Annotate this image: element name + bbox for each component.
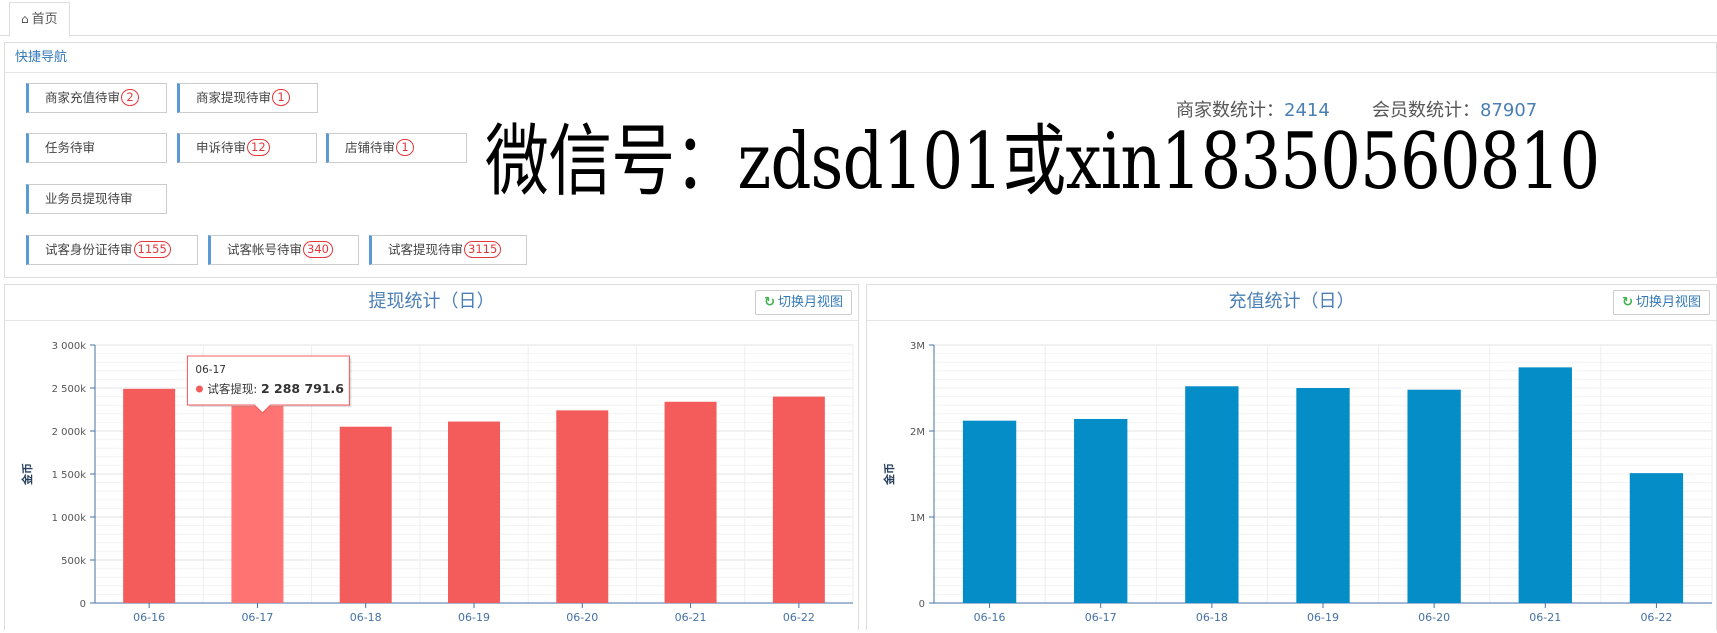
x-tick-label: 06-21: [1529, 611, 1561, 624]
bar: [1407, 389, 1461, 603]
recharge-panel-title: 充值统计（日）: [1228, 291, 1355, 312]
withdraw-switch-month-button[interactable]: ↻ 切换月视图: [755, 290, 852, 315]
x-tick-label: 06-18: [1196, 611, 1228, 624]
tab-home-label: 首页: [31, 12, 58, 27]
count-badge: 1: [396, 139, 415, 156]
watermark-text: 微信号：zdsd101或xin18350560810: [485, 117, 1600, 207]
refresh-icon: ↻: [764, 295, 775, 310]
tooltip: 06-17 试客提现: 2 288 791.6: [186, 355, 352, 414]
bar: [772, 396, 825, 603]
bar: [231, 406, 284, 603]
quick-nav-merchant-withdraw[interactable]: 商家提现待审 1: [177, 83, 318, 113]
tab-bar: ⌂ 首页: [0, 0, 1717, 37]
quick-nav-title: 快捷导航: [5, 43, 1716, 73]
quick-nav-tester-account-review[interactable]: 试客帐号待审 340: [208, 235, 359, 265]
y-tick-label: 1 000k: [52, 513, 87, 524]
quick-nav-label: 试客身份证待审: [45, 242, 133, 257]
y-tick-label: 3 000k: [52, 341, 87, 352]
switch-label: 切换月视图: [777, 295, 843, 310]
quick-nav-label: 任务待审: [45, 140, 96, 155]
bar: [664, 401, 717, 603]
y-tick-label: 3M: [910, 341, 925, 352]
x-tick-label: 06-16: [133, 611, 165, 624]
quick-nav-merchant-recharge[interactable]: 商家充值待审 2: [26, 83, 167, 113]
x-tick-label: 06-20: [1418, 611, 1450, 624]
y-tick-label: 1M: [910, 513, 925, 524]
withdraw-chart: 0 500k 1 000k 1 500k 2 000k 2 500k 3 000k 金币 06-…: [20, 341, 854, 624]
x-tick-label: 06-20: [566, 611, 598, 624]
y-tick-label: 0: [80, 599, 86, 610]
count-badge: 12: [247, 139, 270, 156]
tooltip-marker: [195, 385, 203, 393]
withdraw-panel-title: 提现统计（日）: [368, 291, 495, 312]
quick-nav-label: 试客提现待审: [388, 242, 464, 257]
bar: [1629, 473, 1684, 603]
y-tick-label: 0: [919, 599, 925, 610]
bar: [339, 426, 392, 603]
quick-nav-tester-id-review[interactable]: 试客身份证待审 1155: [26, 235, 198, 265]
quick-nav-shop-review[interactable]: 店铺待审 1: [326, 133, 467, 163]
tooltip-value: 2 288 791.6: [261, 381, 344, 396]
count-badge: 2: [121, 89, 140, 106]
quick-nav-tester-withdraw[interactable]: 试客提现待审 3115: [369, 235, 527, 265]
x-tick-label: 06-22: [1640, 611, 1672, 624]
x-tick-label: 06-18: [350, 611, 382, 624]
count-badge: 1155: [133, 241, 171, 258]
tooltip-series: 试客提现: 2 288 791.6: [207, 381, 344, 396]
y-tick-label: 2 000k: [52, 427, 87, 438]
bar: [1296, 388, 1350, 603]
quick-nav-label: 商家提现待审: [196, 90, 272, 105]
recharge-panel-header: 充值统计（日） ↻ 切换月视图: [867, 285, 1716, 321]
quick-nav-label: 试客帐号待审: [227, 242, 303, 257]
refresh-icon: ↻: [1622, 295, 1633, 310]
y-tick-label: 1 500k: [52, 470, 87, 481]
withdraw-panel-header: 提现统计（日） ↻ 切换月视图: [5, 285, 858, 321]
bar: [1185, 386, 1239, 603]
count-badge: 1: [272, 89, 291, 106]
recharge-chart: 0 1M 2M 3M 金币 06-16 06-17 06-18 06-19 06-20 06-21 0…: [882, 341, 1713, 624]
x-tick-label: 06-16: [974, 611, 1006, 624]
bar: [962, 420, 1017, 603]
quick-nav-salesman-withdraw[interactable]: 业务员提现待审: [26, 184, 167, 214]
count-badge: 3115: [464, 241, 502, 258]
bar: [1074, 418, 1128, 603]
x-tick-label: 06-22: [783, 611, 815, 624]
y-tick-label: 2 500k: [52, 384, 87, 395]
recharge-stats-panel: 充值统计（日） ↻ 切换月视图 0 1M 2M 3M 金币 06-16 06-17 06-18 0…: [866, 284, 1717, 630]
home-icon: ⌂: [21, 12, 29, 26]
quick-nav-label: 店铺待审: [345, 140, 396, 155]
switch-label: 切换月视图: [1635, 295, 1701, 310]
bar: [123, 388, 176, 603]
count-badge: 340: [303, 241, 333, 258]
tab-home[interactable]: ⌂ 首页: [9, 2, 70, 37]
y-axis-label: 金币: [882, 463, 896, 486]
x-tick-label: 06-21: [675, 611, 707, 624]
bar: [448, 421, 500, 603]
quick-nav-task-review[interactable]: 任务待审: [26, 133, 167, 163]
withdraw-stats-panel: 提现统计（日） ↻ 切换月视图 0 500k 1 000k 1 500k 2 000k 2 …: [4, 284, 859, 630]
y-tick-label: 2M: [910, 427, 925, 438]
quick-nav-label: 业务员提现待审: [45, 191, 133, 206]
x-tick-label: 06-17: [241, 611, 273, 624]
tooltip-category: 06-17: [195, 364, 226, 376]
quick-nav-appeal-review[interactable]: 申诉待审 12: [177, 133, 317, 163]
x-tick-label: 06-19: [1307, 611, 1339, 624]
y-axis-label: 金币: [20, 463, 34, 486]
bar: [556, 410, 609, 603]
x-tick-label: 06-19: [458, 611, 490, 624]
quick-nav-label: 商家充值待审: [45, 90, 121, 105]
y-tick-label: 500k: [61, 556, 86, 567]
recharge-switch-month-button[interactable]: ↻ 切换月视图: [1613, 290, 1710, 315]
x-tick-label: 06-17: [1085, 611, 1117, 624]
quick-nav-label: 申诉待审: [196, 140, 247, 155]
bar: [1518, 367, 1572, 603]
